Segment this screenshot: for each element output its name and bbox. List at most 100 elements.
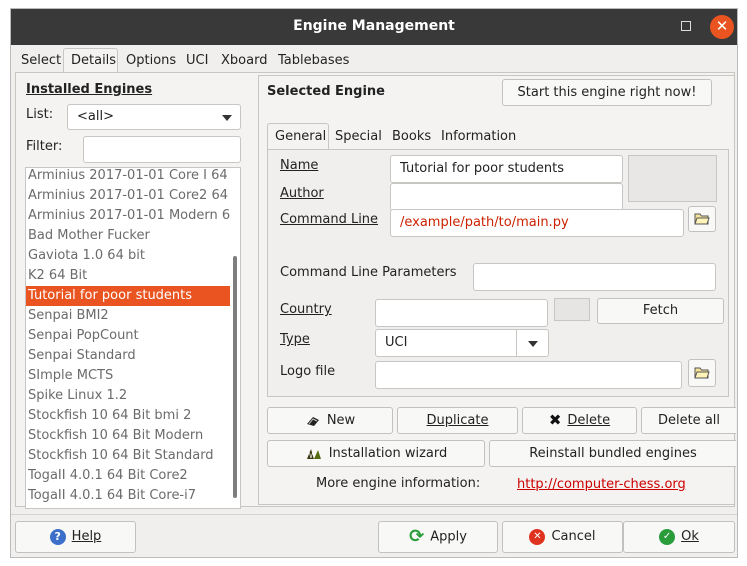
folder-open-icon xyxy=(694,367,710,379)
more-info-link[interactable]: http://computer-chess.org xyxy=(517,477,686,492)
new-engine-icon xyxy=(306,416,319,426)
command-line-parameters-field[interactable] xyxy=(473,263,716,291)
author-label-text: Author xyxy=(280,186,324,201)
logo-file-field[interactable] xyxy=(375,361,682,389)
svg-text:W: W xyxy=(309,452,316,460)
reinstall-bundled-button[interactable]: Reinstall bundled engines xyxy=(489,440,736,467)
country-field[interactable] xyxy=(375,299,548,327)
delete-x-icon: ✖ xyxy=(548,411,562,429)
logo-file-label-text: Logo file xyxy=(280,364,336,379)
cancel-label: Cancel xyxy=(551,529,596,544)
fetch-button[interactable]: Fetch xyxy=(597,298,724,324)
command-line-label: Command Line xyxy=(280,212,378,227)
type-select-value: UCI xyxy=(385,335,408,350)
engine-list[interactable]: Arminius 2017-01-01 Core I 64 bi Arminius… xyxy=(25,167,241,509)
subtab-general[interactable]: General xyxy=(267,123,329,150)
tab-tablebases[interactable]: Tablebases xyxy=(278,53,349,68)
engine-list-item[interactable]: Arminius 2017-01-01 Core2 64 bi xyxy=(26,186,230,206)
type-select[interactable]: UCI xyxy=(375,329,549,357)
new-engine-label: New xyxy=(326,413,356,428)
selected-engine-panel: Selected Engine Start this engine right … xyxy=(258,75,736,505)
subtab-general-label: General xyxy=(275,129,327,144)
installation-wizard-label: Installation wizard xyxy=(328,446,448,461)
tab-options[interactable]: Options xyxy=(126,53,176,68)
command-line-parameters-label: Command Line Parameters xyxy=(280,265,457,280)
tab-select[interactable]: Select xyxy=(21,53,61,68)
new-engine-button[interactable]: New xyxy=(267,407,393,434)
engine-list-item[interactable]: TogaII 4.0.1 64 Bit Core2 xyxy=(26,466,230,486)
logo-file-browse-button[interactable] xyxy=(688,359,716,387)
engine-list-item[interactable]: Senpai BMI2 xyxy=(26,306,230,326)
list-select-value: <all> xyxy=(77,109,114,124)
tab-details[interactable]: Details xyxy=(63,48,118,75)
engine-management-window: Engine Management ✕ Select Details Optio… xyxy=(10,8,738,558)
cancel-icon: ✕ xyxy=(529,528,546,545)
footer-separator xyxy=(11,514,737,515)
engine-list-item[interactable]: Stockfish 10 64 Bit bmi 2 xyxy=(26,406,230,426)
dropdown-arrow-icon xyxy=(528,341,538,347)
subtab-books[interactable]: Books xyxy=(392,129,431,144)
name-field[interactable]: Tutorial for poor students xyxy=(390,155,623,183)
delete-button[interactable]: ✖ Delete xyxy=(522,407,637,434)
engine-list-item[interactable]: TogaII 4.0.1 64 Bit Core-i7 xyxy=(26,486,230,506)
delete-label: Delete xyxy=(567,413,611,428)
subtab-information[interactable]: Information xyxy=(441,129,516,144)
command-line-field[interactable]: /example/path/to/main.py xyxy=(390,209,684,237)
delete-all-button[interactable]: Delete all xyxy=(641,407,736,434)
name-label: Name xyxy=(280,158,318,173)
engine-list-item[interactable]: Senpai PopCount xyxy=(26,326,230,346)
command-line-label-text: Command Line xyxy=(280,212,379,227)
engine-list-scrollbar[interactable] xyxy=(233,256,237,498)
apply-label: Apply xyxy=(430,529,467,545)
engine-list-items: Arminius 2017-01-01 Core I 64 bi Arminius… xyxy=(26,168,232,508)
engine-list-item[interactable]: Senpai Standard xyxy=(26,346,230,366)
folder-open-icon xyxy=(694,213,710,225)
engine-list-item[interactable]: Arminius 2017-01-01 Core I 64 bi xyxy=(26,168,230,186)
type-label: Type xyxy=(280,332,310,347)
engine-list-item[interactable]: Arminius 2017-01-01 Modern 64 xyxy=(26,206,230,226)
wizard-icon: W xyxy=(306,448,321,460)
engine-list-item[interactable]: Stockfish 10 64 Bit Modern xyxy=(26,426,230,446)
help-icon: ? xyxy=(49,528,66,545)
ok-button[interactable]: ✓ Ok xyxy=(623,521,735,553)
ok-check-icon: ✓ xyxy=(659,528,676,545)
engine-list-item[interactable]: Stockfish 10 64 Bit Standard xyxy=(26,446,230,466)
tab-xboard[interactable]: Xboard xyxy=(221,53,267,68)
engine-list-item[interactable]: K2 64 Bit xyxy=(26,266,230,286)
tab-details-label: Details xyxy=(71,53,117,68)
list-label: List: xyxy=(26,107,54,122)
filter-label: Filter: xyxy=(26,139,63,154)
country-label-text: Country xyxy=(280,302,332,317)
engine-list-item[interactable]: Tutorial for poor students xyxy=(26,286,230,306)
engine-list-item[interactable]: SImple MCTS xyxy=(26,366,230,386)
country-label: Country xyxy=(280,302,332,317)
engine-list-item[interactable]: Gaviota 1.0 64 bit xyxy=(26,246,230,266)
country-flag xyxy=(554,298,590,321)
start-engine-button[interactable]: Start this engine right now! xyxy=(502,79,712,106)
selected-engine-heading: Selected Engine xyxy=(267,84,385,99)
command-line-parameters-label-text: Command Line Parameters xyxy=(280,265,457,280)
engine-list-item[interactable]: Bad Mother Fucker xyxy=(26,226,230,246)
logo-preview xyxy=(628,155,717,202)
engine-list-item[interactable]: Spike Linux 1.2 xyxy=(26,386,230,406)
help-label: Help xyxy=(71,529,102,544)
installed-engines-panel: Installed Engines List: <all> Filter: Ar… xyxy=(18,75,249,509)
apply-refresh-icon: ⟳ xyxy=(409,526,425,547)
filter-input[interactable] xyxy=(83,136,241,163)
duplicate-button[interactable]: Duplicate xyxy=(397,407,518,434)
tab-uci[interactable]: UCI xyxy=(186,53,208,68)
close-icon[interactable]: ✕ xyxy=(710,15,734,39)
list-select[interactable]: <all> xyxy=(67,104,241,130)
title-bar: Engine Management ✕ xyxy=(11,9,737,45)
minimize-icon[interactable] xyxy=(681,21,691,31)
cancel-button[interactable]: ✕ Cancel xyxy=(502,521,623,553)
reinstall-bundled-label: Reinstall bundled engines xyxy=(529,446,697,461)
help-button[interactable]: ? Help xyxy=(15,521,136,553)
author-field[interactable] xyxy=(390,183,623,211)
installation-wizard-button[interactable]: W Installation wizard xyxy=(267,440,485,467)
apply-button[interactable]: ⟳ Apply xyxy=(378,521,498,553)
type-dropdown-divider xyxy=(516,330,517,356)
command-line-browse-button[interactable] xyxy=(688,206,716,232)
more-info-label: More engine information: xyxy=(316,476,481,491)
subtab-special[interactable]: Special xyxy=(335,129,382,144)
